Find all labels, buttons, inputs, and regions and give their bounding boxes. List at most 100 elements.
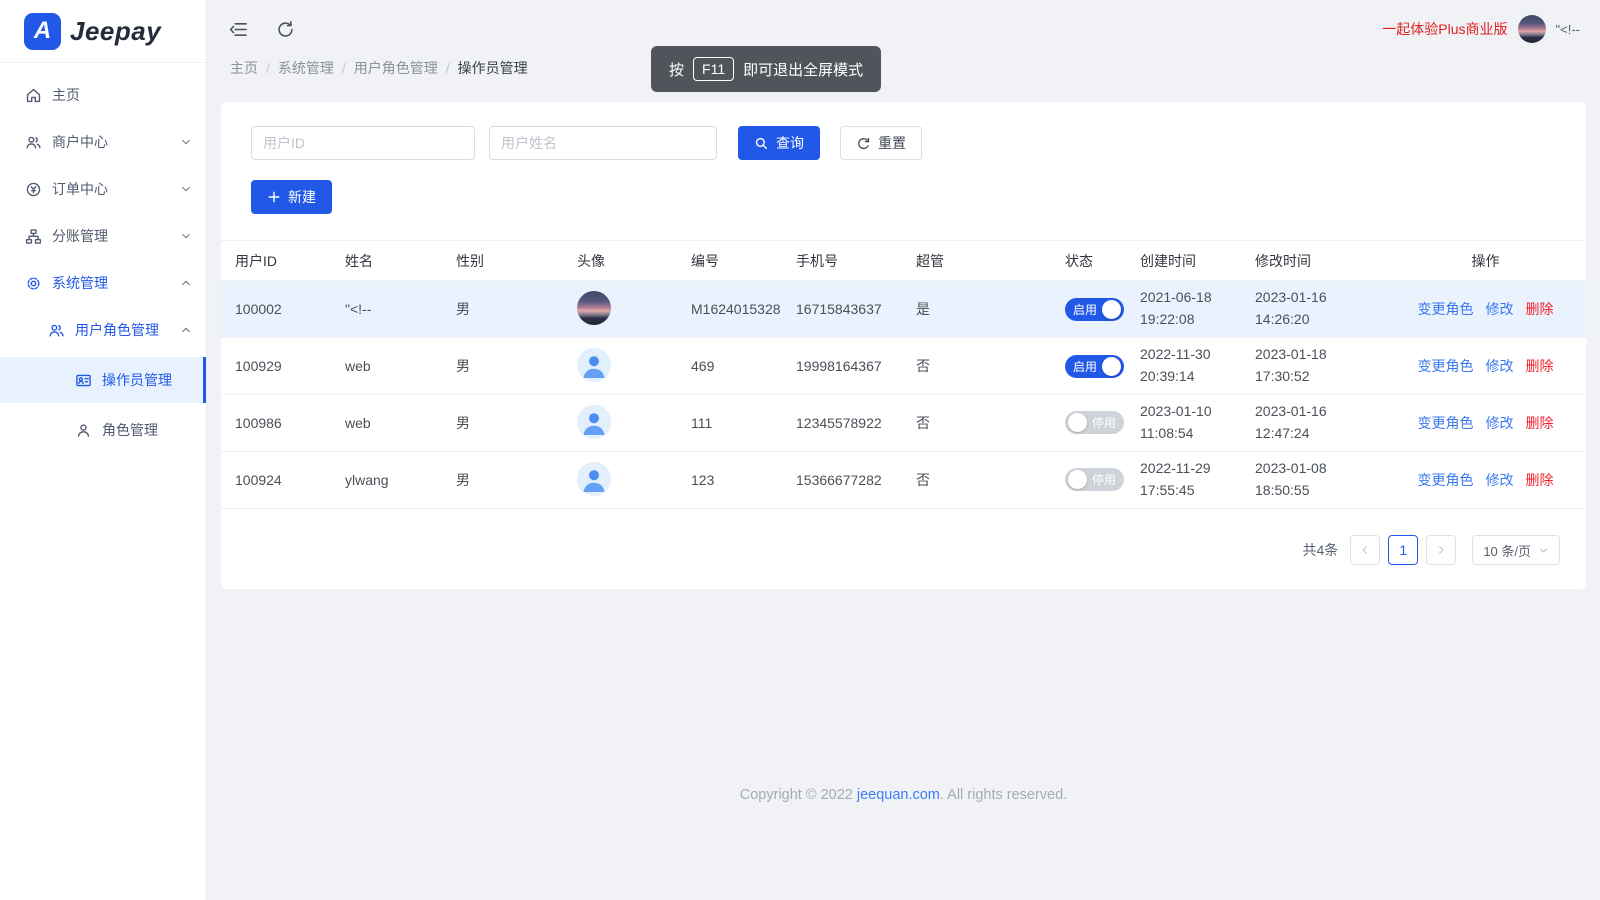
operator-avatar-photo [577, 291, 611, 325]
team-icon [48, 322, 65, 339]
status-toggle[interactable]: 停用 [1065, 468, 1124, 491]
toggle-knob [1068, 413, 1087, 432]
change-role-link[interactable]: 变更角色 [1418, 358, 1474, 374]
footer-copyright-suffix: . All rights reserved. [940, 787, 1067, 803]
sidebar-item-system-management[interactable]: 系统管理 [0, 263, 206, 303]
cell-user-id: 100002 [221, 281, 337, 338]
toggle-knob [1102, 300, 1121, 319]
reset-button-label: 重置 [878, 133, 906, 153]
edit-link[interactable]: 修改 [1486, 472, 1514, 488]
cell-user-id: 100986 [221, 395, 337, 452]
brand-name: Jeepay [70, 16, 161, 47]
caret-down-icon [1538, 545, 1549, 556]
page-footer: Copyright © 2022 jeequan.com. All rights… [221, 787, 1586, 803]
column-header: 姓名 [337, 241, 448, 281]
sidebar-item-home[interactable]: 主页 [0, 75, 206, 115]
change-role-link[interactable]: 变更角色 [1418, 301, 1474, 317]
delete-link[interactable]: 删除 [1526, 301, 1554, 317]
sidebar-item-label: 操作员管理 [102, 370, 172, 390]
pagination-prev-button[interactable] [1350, 535, 1380, 565]
cell-updated-time: 2023-01-16 14:26:20 [1247, 281, 1385, 338]
table-row: 100002"<!--男M162401532816715843637是启用202… [221, 281, 1586, 338]
user-avatar[interactable] [1518, 15, 1546, 43]
toast-text-suffix: 即可退出全屏模式 [743, 59, 863, 80]
cell-created-time: 2022-11-30 20:39:14 [1132, 338, 1247, 395]
cell-status: 停用 [1057, 395, 1132, 452]
cell-actions: 变更角色修改删除 [1385, 395, 1586, 452]
current-username[interactable]: "<!-- [1556, 22, 1580, 37]
query-button-label: 查询 [776, 133, 804, 153]
column-header: 超管 [908, 241, 1057, 281]
cell-gender: 男 [448, 395, 569, 452]
footer-copyright-prefix: Copyright © 2022 [740, 787, 857, 803]
sidebar-item-operator-management[interactable]: 操作员管理 [0, 357, 206, 403]
plus-edition-link[interactable]: 一起体验Plus商业版 [1382, 19, 1507, 39]
status-toggle-label: 启用 [1068, 358, 1102, 375]
edit-link[interactable]: 修改 [1486, 301, 1514, 317]
column-header: 操作 [1385, 241, 1586, 281]
sidebar-item-merchant-center[interactable]: 商户中心 [0, 122, 206, 162]
breadcrumb-item[interactable]: 主页 [230, 58, 258, 78]
cell-super-admin: 是 [908, 281, 1057, 338]
breadcrumb-separator: / [446, 60, 450, 76]
cell-user-id: 100929 [221, 338, 337, 395]
cell-created-time: 2023-01-10 11:08:54 [1132, 395, 1247, 452]
topbar: 一起体验Plus商业版 "<!-- [221, 0, 1586, 44]
reset-button[interactable]: 重置 [840, 126, 922, 160]
edit-link[interactable]: 修改 [1486, 358, 1514, 374]
cell-actions: 变更角色修改删除 [1385, 281, 1586, 338]
cell-name: web [337, 338, 448, 395]
column-header: 用户ID [221, 241, 337, 281]
cell-name: ylwang [337, 452, 448, 509]
pagination-page-1[interactable]: 1 [1388, 535, 1418, 565]
cell-created-time: 2022-11-29 17:55:45 [1132, 452, 1247, 509]
jeequan-link[interactable]: jeequan.com [857, 787, 940, 803]
chevron-left-icon [1359, 544, 1371, 556]
create-button-label: 新建 [288, 187, 316, 207]
search-icon [754, 136, 769, 151]
delete-link[interactable]: 删除 [1526, 415, 1554, 431]
column-header: 编号 [683, 241, 788, 281]
sidebar-item-label: 角色管理 [102, 420, 158, 440]
pagination-next-button[interactable] [1426, 535, 1456, 565]
status-toggle-label: 启用 [1068, 301, 1102, 318]
cell-updated-time: 2023-01-18 17:30:52 [1247, 338, 1385, 395]
delete-link[interactable]: 删除 [1526, 358, 1554, 374]
cell-number: 123 [683, 452, 788, 509]
query-button[interactable]: 查询 [738, 126, 820, 160]
page-size-select[interactable]: 10 条/页 [1472, 535, 1560, 565]
status-toggle[interactable]: 启用 [1065, 355, 1124, 378]
cell-updated-time: 2023-01-16 12:47:24 [1247, 395, 1385, 452]
person-icon [75, 422, 92, 439]
sidebar-item-ledger-management[interactable]: 分账管理 [0, 216, 206, 256]
cell-phone: 12345578922 [788, 395, 908, 452]
user-id-input[interactable] [251, 126, 475, 160]
breadcrumb-item[interactable]: 用户角色管理 [354, 58, 438, 78]
cell-number: 469 [683, 338, 788, 395]
status-toggle[interactable]: 停用 [1065, 411, 1124, 434]
refresh-icon[interactable] [276, 20, 295, 39]
cell-actions: 变更角色修改删除 [1385, 338, 1586, 395]
sidebar-item-user-role-management[interactable]: 用户角色管理 [0, 310, 206, 350]
status-toggle[interactable]: 启用 [1065, 298, 1124, 321]
reset-icon [856, 136, 871, 151]
user-name-input[interactable] [489, 126, 717, 160]
page-size-value: 10 条/页 [1483, 541, 1531, 560]
delete-link[interactable]: 删除 [1526, 472, 1554, 488]
cell-gender: 男 [448, 281, 569, 338]
breadcrumb-item[interactable]: 系统管理 [278, 58, 334, 78]
breadcrumb-separator: / [266, 60, 270, 76]
sidebar-item-order-center[interactable]: 订单中心 [0, 169, 206, 209]
edit-link[interactable]: 修改 [1486, 415, 1514, 431]
create-button[interactable]: 新建 [251, 180, 332, 214]
change-role-link[interactable]: 变更角色 [1418, 415, 1474, 431]
sidebar-item-role-management[interactable]: 角色管理 [0, 410, 206, 450]
collapse-sidebar-icon[interactable] [229, 20, 248, 39]
cell-super-admin: 否 [908, 452, 1057, 509]
cell-status: 停用 [1057, 452, 1132, 509]
column-header: 手机号 [788, 241, 908, 281]
change-role-link[interactable]: 变更角色 [1418, 472, 1474, 488]
table-header-row: 用户ID姓名性别头像编号手机号超管状态创建时间修改时间操作 [221, 241, 1586, 281]
table-body: 100002"<!--男M162401532816715843637是启用202… [221, 281, 1586, 509]
cell-created-time: 2021-06-18 19:22:08 [1132, 281, 1247, 338]
